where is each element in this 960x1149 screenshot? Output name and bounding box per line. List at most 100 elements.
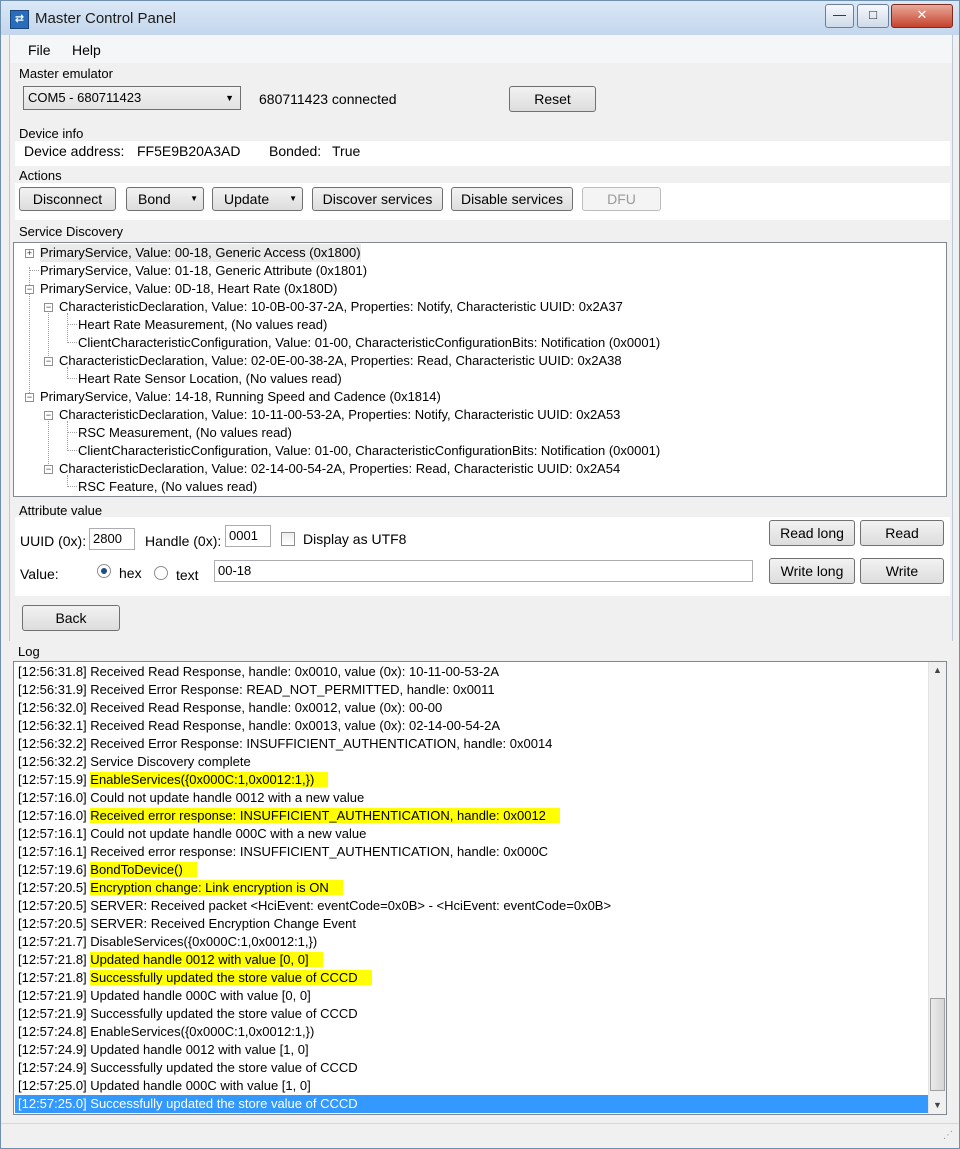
tree-node-characteristic[interactable]: CharacteristicDeclaration, Value: 10-0B-… (59, 298, 623, 316)
handle-input[interactable]: 0001 (225, 525, 271, 547)
log-timestamp: [12:57:20.5] (18, 916, 91, 931)
read-button[interactable]: Read (860, 520, 944, 546)
service-tree[interactable]: + − − − − − − PrimaryService, Value: 00-… (13, 242, 947, 497)
tree-node-heart-rate[interactable]: PrimaryService, Value: 0D-18, Heart Rate… (40, 280, 337, 298)
log-row[interactable]: [12:57:21.9] Successfully updated the st… (18, 1005, 358, 1023)
expand-icon[interactable]: + (25, 249, 34, 258)
read-long-button[interactable]: Read long (769, 520, 855, 546)
log-timestamp: [12:56:32.2] (18, 754, 91, 769)
log-row[interactable]: [12:57:25.0] Updated handle 000C with va… (18, 1077, 311, 1095)
log-row[interactable]: [12:57:21.8] Updated handle 0012 with va… (18, 951, 323, 969)
tree-node-running-speed[interactable]: PrimaryService, Value: 14-18, Running Sp… (40, 388, 441, 406)
scroll-thumb[interactable] (930, 998, 945, 1091)
write-button[interactable]: Write (860, 558, 944, 584)
log-row[interactable]: [12:57:16.0] Received error response: IN… (18, 807, 560, 825)
tree-line (67, 378, 77, 379)
close-button[interactable]: ✕ (891, 4, 953, 28)
log-row[interactable]: [12:56:31.8] Received Read Response, han… (18, 663, 499, 681)
collapse-icon[interactable]: − (44, 465, 53, 474)
tree-node-attribute[interactable]: ClientCharacteristicConfiguration, Value… (78, 442, 660, 460)
value-input[interactable]: 00-18 (214, 560, 753, 582)
write-long-button[interactable]: Write long (769, 558, 855, 584)
log-timestamp: [12:57:21.9] (18, 1006, 91, 1021)
log-row[interactable]: [12:56:31.9] Received Error Response: RE… (18, 681, 495, 699)
tree-node-attribute[interactable]: RSC Feature, (No values read) (78, 478, 257, 496)
tree-node-attribute[interactable]: RSC Measurement, (No values read) (78, 424, 292, 442)
log-row[interactable]: [12:57:19.6] BondToDevice() (18, 861, 197, 879)
log-row[interactable]: [12:56:32.2] Service Discovery complete (18, 753, 251, 771)
log-row[interactable]: [12:57:21.7] DisableServices({0x000C:1,0… (18, 933, 317, 951)
log-scrollbar[interactable]: ▲ ▼ (928, 662, 946, 1114)
log-row[interactable]: [12:57:16.0] Could not update handle 001… (18, 789, 364, 807)
tree-node-generic-attribute[interactable]: PrimaryService, Value: 01-18, Generic At… (40, 262, 367, 280)
log-row[interactable]: [12:57:24.8] EnableServices({0x000C:1,0x… (18, 1023, 314, 1041)
device-info-title: Device info (19, 126, 84, 141)
tree-line (67, 486, 77, 487)
disconnect-button[interactable]: Disconnect (19, 187, 116, 211)
disable-services-button[interactable]: Disable services (451, 187, 573, 211)
bond-button[interactable]: Bond ▼ (126, 187, 204, 211)
log-row[interactable]: [12:57:25.0] Successfully updated the st… (15, 1095, 928, 1113)
scroll-up-icon[interactable]: ▲ (929, 662, 946, 679)
tree-node-attribute[interactable]: Heart Rate Sensor Location, (No values r… (78, 370, 342, 388)
bond-label: Bond (138, 191, 171, 207)
scroll-down-icon[interactable]: ▼ (929, 1097, 946, 1114)
tree-node-characteristic[interactable]: CharacteristicDeclaration, Value: 10-11-… (59, 406, 620, 424)
back-button[interactable]: Back (22, 605, 120, 631)
minimize-button[interactable]: — (825, 4, 854, 28)
log-timestamp: [12:56:31.8] (18, 664, 91, 679)
log-row[interactable]: [12:57:16.1] Received error response: IN… (18, 843, 548, 861)
log-timestamp: [12:56:32.1] (18, 718, 91, 733)
log-row[interactable]: [12:57:21.9] Updated handle 000C with va… (18, 987, 311, 1005)
collapse-icon[interactable]: − (44, 303, 53, 312)
collapse-icon[interactable]: − (44, 411, 53, 420)
log-row[interactable]: [12:56:32.1] Received Read Response, han… (18, 717, 500, 735)
collapse-icon[interactable]: − (25, 285, 34, 294)
minimize-icon: — (833, 7, 846, 22)
log-list[interactable]: [12:56:31.8] Received Read Response, han… (13, 661, 947, 1115)
log-row[interactable]: [12:57:24.9] Updated handle 0012 with va… (18, 1041, 309, 1059)
discover-services-label: Discover services (322, 191, 433, 207)
hex-radio[interactable] (97, 564, 111, 578)
update-button[interactable]: Update ▼ (212, 187, 303, 211)
disconnect-label: Disconnect (32, 191, 103, 207)
menu-help[interactable]: Help (72, 42, 101, 58)
tree-line (67, 313, 68, 341)
tree-node-characteristic[interactable]: CharacteristicDeclaration, Value: 02-14-… (59, 460, 620, 478)
uuid-input[interactable]: 2800 (89, 528, 135, 550)
dfu-label: DFU (607, 191, 636, 207)
discover-services-button[interactable]: Discover services (312, 187, 443, 211)
com-port-select[interactable]: COM5 - 680711423 ▼ (23, 86, 241, 110)
log-row[interactable]: [12:56:32.2] Received Error Response: IN… (18, 735, 552, 753)
log-row[interactable]: [12:57:21.8] Successfully updated the st… (18, 969, 372, 987)
resize-grip-icon[interactable]: ⋰ (943, 1130, 953, 1141)
log-row[interactable]: [12:57:20.5] SERVER: Received packet <Hc… (18, 897, 611, 915)
tree-node-generic-access[interactable]: PrimaryService, Value: 00-18, Generic Ac… (40, 244, 361, 262)
maximize-button[interactable]: □ (857, 4, 889, 28)
log-row[interactable]: [12:57:20.5] SERVER: Received Encryption… (18, 915, 356, 933)
log-row[interactable]: [12:56:32.0] Received Read Response, han… (18, 699, 442, 717)
text-radio[interactable] (154, 566, 168, 580)
menu-file[interactable]: File (28, 42, 51, 58)
tree-line (48, 304, 49, 362)
log-row[interactable]: [12:57:24.9] Successfully updated the st… (18, 1059, 358, 1077)
log-timestamp: [12:57:21.9] (18, 988, 91, 1003)
log-timestamp: [12:57:21.8] (18, 970, 91, 985)
log-row[interactable]: [12:57:16.1] Could not update handle 000… (18, 825, 366, 843)
log-timestamp: [12:56:32.2] (18, 736, 91, 751)
update-label: Update (224, 191, 270, 207)
log-message: EnableServices({0x000C:1,0x0012:1,}) (90, 772, 329, 787)
reset-button[interactable]: Reset (509, 86, 596, 112)
title-bar[interactable]: ⇄ Master Control Panel — □ ✕ (1, 1, 959, 35)
utf8-checkbox[interactable] (281, 532, 295, 546)
service-discovery-title: Service Discovery (19, 224, 124, 239)
log-row[interactable]: [12:57:20.5] Encryption change: Link enc… (18, 879, 343, 897)
chevron-down-icon: ▼ (225, 93, 234, 103)
collapse-icon[interactable]: − (44, 357, 53, 366)
tree-node-attribute[interactable]: ClientCharacteristicConfiguration, Value… (78, 334, 660, 352)
log-message: EnableServices({0x000C:1,0x0012:1,}) (90, 1024, 315, 1039)
log-row[interactable]: [12:57:15.9] EnableServices({0x000C:1,0x… (18, 771, 329, 789)
tree-node-characteristic[interactable]: CharacteristicDeclaration, Value: 02-0E-… (59, 352, 622, 370)
collapse-icon[interactable]: − (25, 393, 34, 402)
tree-node-attribute[interactable]: Heart Rate Measurement, (No values read) (78, 316, 327, 334)
